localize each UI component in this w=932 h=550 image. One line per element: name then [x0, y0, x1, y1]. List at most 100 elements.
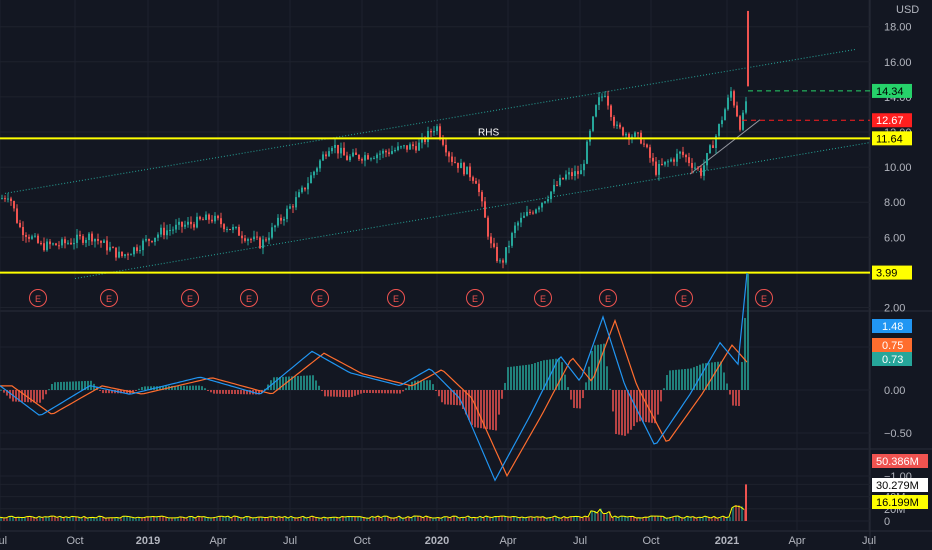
volume-bar	[567, 518, 569, 521]
volume-bar	[69, 517, 71, 521]
macd-histogram-bar	[393, 390, 395, 394]
macd-histogram-bar	[69, 381, 71, 390]
price-tag-label: 3.99	[876, 268, 897, 280]
candle	[427, 131, 429, 142]
macd-histogram-bar	[240, 390, 242, 395]
earnings-label: E	[393, 294, 399, 304]
candle	[613, 116, 615, 126]
candle	[289, 206, 291, 209]
macd-histogram-bar	[501, 390, 503, 399]
macd-histogram-bar	[198, 385, 200, 390]
candle	[700, 168, 702, 176]
candle	[514, 225, 516, 234]
macd-histogram-bar	[687, 368, 689, 390]
volume-tag-label: 50.386M	[876, 456, 919, 468]
macd-histogram-bar	[456, 390, 458, 406]
volume-bar	[462, 517, 464, 521]
volume-bar	[105, 518, 107, 521]
volume-bar	[267, 517, 269, 521]
candle	[205, 214, 207, 220]
macd-histogram-bar	[48, 389, 50, 391]
candle	[487, 217, 489, 237]
macd-histogram-bar	[195, 385, 197, 390]
volume-bar	[219, 516, 221, 521]
candle	[634, 132, 636, 137]
macd-histogram-bar	[432, 384, 434, 390]
volume-bar	[57, 517, 59, 521]
candle	[682, 151, 684, 155]
candle	[526, 211, 528, 216]
macd-histogram-bar	[663, 388, 665, 390]
candle	[226, 229, 228, 231]
volume-bar	[177, 518, 179, 521]
macd-histogram-bar	[729, 390, 731, 395]
candle	[523, 215, 525, 218]
earnings-label: E	[540, 294, 546, 304]
candle	[43, 243, 45, 251]
candle	[415, 146, 417, 151]
macd-histogram-bar	[378, 390, 380, 394]
price-chart[interactable]: RHS E E E E E E E E E E E Jul Oct 2019 Apr Jul Oct 2020 Ap…	[0, 0, 932, 550]
candle	[418, 142, 420, 151]
candle	[373, 158, 375, 160]
macd-histogram-bar	[471, 390, 473, 426]
candle	[694, 167, 696, 169]
macd-histogram-bar	[651, 390, 653, 423]
volume-bar	[243, 518, 245, 521]
candle	[265, 239, 267, 241]
volume-bar	[453, 516, 455, 521]
volume-bar	[582, 517, 584, 521]
earnings-label: E	[761, 294, 767, 304]
candle	[670, 159, 672, 162]
candle	[469, 166, 471, 178]
macd-histogram-bar	[213, 390, 215, 394]
candle	[223, 224, 225, 230]
candle	[196, 216, 198, 228]
candle	[538, 207, 540, 210]
volume-bar	[114, 518, 116, 521]
macd-histogram-bar	[678, 369, 680, 390]
candle	[121, 251, 123, 257]
macd-histogram-bar	[0, 389, 2, 391]
volume-tick-label: 0	[884, 516, 890, 528]
candle	[583, 163, 585, 171]
candle	[685, 154, 687, 158]
volume-bar	[492, 517, 494, 521]
macd-histogram-bar	[510, 366, 512, 390]
macd-histogram-bar	[192, 385, 194, 390]
candle	[397, 146, 399, 151]
macd-histogram-bar	[531, 364, 533, 390]
earnings-label: E	[472, 294, 478, 304]
macd-histogram-bar	[426, 380, 428, 390]
macd-histogram-bar	[726, 383, 728, 390]
volume-bar	[186, 518, 188, 521]
candle	[382, 150, 384, 154]
volume-bar	[537, 516, 539, 521]
macd-histogram-bar	[585, 382, 587, 390]
earnings-label: E	[605, 294, 611, 304]
macd-histogram-bar	[534, 363, 536, 390]
candle	[580, 170, 582, 175]
candle	[610, 105, 612, 117]
candle	[283, 219, 285, 221]
candle	[244, 238, 246, 241]
candle	[61, 239, 63, 246]
volume-bar	[87, 518, 89, 521]
volume-bar	[630, 516, 632, 521]
candle	[286, 208, 288, 220]
macd-histogram-bar	[570, 390, 572, 400]
candle	[31, 236, 33, 239]
volume-bar	[63, 518, 65, 521]
volume-bar	[321, 518, 323, 521]
candle	[232, 227, 234, 230]
volume-bar	[81, 518, 83, 521]
volume-bar	[90, 517, 92, 521]
volume-bar	[642, 518, 644, 521]
macd-histogram-bar	[225, 390, 227, 394]
candle	[292, 206, 294, 208]
volume-bar	[528, 517, 530, 521]
volume-bar	[573, 516, 575, 521]
price-tick-label: 10.00	[884, 162, 912, 174]
candle	[166, 230, 168, 236]
time-tick-label: Jul	[0, 535, 7, 547]
